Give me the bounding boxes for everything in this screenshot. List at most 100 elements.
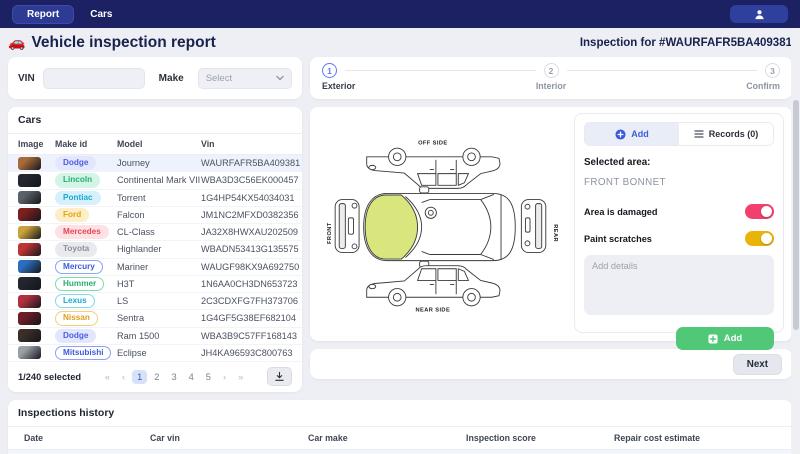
make-badge: Mercury bbox=[55, 260, 103, 274]
car-row[interactable]: NissanSentra1G4GF5G38EF682104 bbox=[8, 310, 302, 327]
front-view[interactable] bbox=[335, 200, 359, 253]
left-column: VIN Make Select Cars Image Make id Mo bbox=[8, 57, 302, 392]
history-cost: $500.00 bbox=[614, 450, 792, 454]
car-row[interactable]: LexusLS2C3CDXFG7FH373706 bbox=[8, 293, 302, 310]
cars-footer: 1/240 selected «‹12345›» bbox=[8, 362, 302, 392]
off-side-label: OFF SIDE bbox=[418, 141, 447, 147]
pagination-page-1[interactable]: 1 bbox=[132, 370, 147, 384]
scratches-toggle[interactable] bbox=[745, 231, 774, 246]
car-row[interactable]: Mercury MarinerWAUGF98KX9A692750 bbox=[8, 258, 302, 275]
car-vin: JH4KA96593C800763 bbox=[201, 344, 302, 361]
front-label: FRONT bbox=[327, 222, 333, 244]
car-vin: JA32X8HWXAU202509 bbox=[201, 224, 302, 241]
history-table: Date Car vin Car make Inspection score R… bbox=[8, 427, 792, 454]
page-header: 🚗 Vehicle inspection report Inspection f… bbox=[8, 28, 792, 57]
nav-tab-report[interactable]: Report bbox=[12, 5, 74, 24]
filter-card: VIN Make Select bbox=[8, 57, 302, 99]
make-badge: Toyota bbox=[55, 242, 97, 256]
chevron-down-icon bbox=[276, 75, 284, 81]
car-model: Eclipse bbox=[117, 344, 201, 361]
car-thumbnail bbox=[18, 277, 41, 290]
pagination-next[interactable]: › bbox=[218, 370, 231, 384]
step-3-label: Confirm bbox=[746, 81, 780, 91]
car-row[interactable]: FordFalconJM1NC2MFXD0382356 bbox=[8, 206, 302, 223]
details-textarea[interactable] bbox=[584, 255, 774, 315]
car-model: Ram 1500 bbox=[117, 327, 201, 344]
car-vin: 1G4GF5G38EF682104 bbox=[201, 310, 302, 327]
make-label: Make bbox=[159, 73, 184, 84]
history-make: Honda bbox=[308, 450, 466, 454]
make-badge: Pontiac bbox=[55, 191, 101, 205]
car-vin: 1G4HP54KX54034031 bbox=[201, 189, 302, 206]
car-thumbnail bbox=[18, 157, 41, 170]
car-vin: 2C3CDXFG7FH373706 bbox=[201, 293, 302, 310]
off-side-view[interactable] bbox=[367, 148, 500, 188]
step-2-circle[interactable]: 2 bbox=[544, 63, 559, 78]
history-table-header: Date Car vin Car make Inspection score R… bbox=[8, 427, 792, 450]
car-model: Journey bbox=[117, 155, 201, 172]
toggle-knob bbox=[761, 206, 772, 217]
car-thumbnail bbox=[18, 243, 41, 256]
selected-area-label: Selected area: bbox=[584, 157, 774, 168]
step-3-circle[interactable]: 3 bbox=[765, 63, 780, 78]
make-select[interactable]: Select bbox=[198, 68, 292, 89]
car-vin: JM1NC2MFXD0382356 bbox=[201, 206, 302, 223]
pagination-page-5[interactable]: 5 bbox=[201, 370, 216, 384]
scrollbar-thumb[interactable] bbox=[793, 100, 799, 330]
pagination-page-2[interactable]: 2 bbox=[149, 370, 164, 384]
pagination-page-4[interactable]: 4 bbox=[184, 370, 199, 384]
step-1-circle[interactable]: 1 bbox=[322, 63, 337, 78]
col-vin: Vin bbox=[201, 134, 302, 155]
car-row[interactable]: DodgeRam 1500WBA3B9C57FF168143 bbox=[8, 327, 302, 344]
car-vin: WAUGF98KX9A692750 bbox=[201, 258, 302, 275]
scratches-toggle-row: Paint scratches bbox=[584, 231, 774, 246]
selected-count: 1/240 selected bbox=[18, 372, 81, 382]
col-date: Date bbox=[8, 427, 150, 450]
damaged-toggle-label: Area is damaged bbox=[584, 207, 658, 217]
car-row[interactable]: PontiacTorrent1G4HP54KX54034031 bbox=[8, 189, 302, 206]
near-side-view[interactable] bbox=[367, 266, 500, 306]
tab-add[interactable]: Add bbox=[585, 123, 679, 145]
make-badge: Dodge bbox=[55, 156, 96, 170]
car-row[interactable]: DodgeJourneyWAURFAFR5BA409381 bbox=[8, 155, 302, 172]
scrollbar-track[interactable] bbox=[791, 28, 800, 454]
user-menu-button[interactable] bbox=[730, 5, 788, 23]
add-record-button[interactable]: Add bbox=[676, 327, 774, 350]
car-model: Sentra bbox=[117, 310, 201, 327]
page-title: 🚗 Vehicle inspection report bbox=[8, 34, 216, 52]
pagination-prev[interactable]: ‹ bbox=[117, 370, 130, 384]
rear-view[interactable] bbox=[521, 200, 545, 253]
car-row[interactable]: ToyotaHighlanderWBADN53413G135575 bbox=[8, 241, 302, 258]
car-thumbnail bbox=[18, 312, 41, 325]
car-row[interactable]: MercedesCL-ClassJA32X8HWXAU202509 bbox=[8, 224, 302, 241]
car-model: Mariner bbox=[117, 258, 201, 275]
toggle-knob bbox=[761, 233, 772, 244]
car-row[interactable]: LincolnContinental Mark VIIWBA3D3C56EK00… bbox=[8, 172, 302, 189]
car-vin: WBA3B9C57FF168143 bbox=[201, 327, 302, 344]
download-button[interactable] bbox=[267, 367, 292, 386]
car-model: Highlander bbox=[117, 241, 201, 258]
history-title: Inspections history bbox=[8, 400, 792, 427]
car-thumbnail bbox=[18, 260, 41, 273]
col-make-id: Make id bbox=[55, 134, 117, 155]
car-thumbnail bbox=[18, 226, 41, 239]
make-badge: Mercedes bbox=[55, 225, 109, 239]
car-row[interactable]: MitsubishiEclipseJH4KA96593C800763 bbox=[8, 344, 302, 361]
next-button[interactable]: Next bbox=[733, 354, 782, 375]
tab-records[interactable]: Records (0) bbox=[679, 123, 773, 145]
pagination-page-3[interactable]: 3 bbox=[166, 370, 181, 384]
cars-card-title: Cars bbox=[8, 107, 302, 134]
make-badge: Hummer bbox=[55, 277, 104, 291]
nav-tab-cars[interactable]: Cars bbox=[90, 9, 112, 20]
pagination-first[interactable]: « bbox=[100, 370, 115, 384]
history-row[interactable]: Jan 01, 20221HGCM82633A123456Honda85%$50… bbox=[8, 450, 792, 454]
pagination-last[interactable]: » bbox=[233, 370, 248, 384]
damaged-toggle[interactable] bbox=[745, 204, 774, 219]
make-select-value: Select bbox=[206, 73, 232, 84]
front-bonnet-area[interactable] bbox=[365, 195, 417, 259]
car-thumbnail bbox=[18, 191, 41, 204]
app-root: Report Cars 🚗 Vehicle inspection report … bbox=[0, 0, 800, 454]
vin-input[interactable] bbox=[43, 68, 145, 89]
car-row[interactable]: HummerH3T1N6AA0CH3DN653723 bbox=[8, 275, 302, 292]
user-icon bbox=[754, 9, 765, 20]
